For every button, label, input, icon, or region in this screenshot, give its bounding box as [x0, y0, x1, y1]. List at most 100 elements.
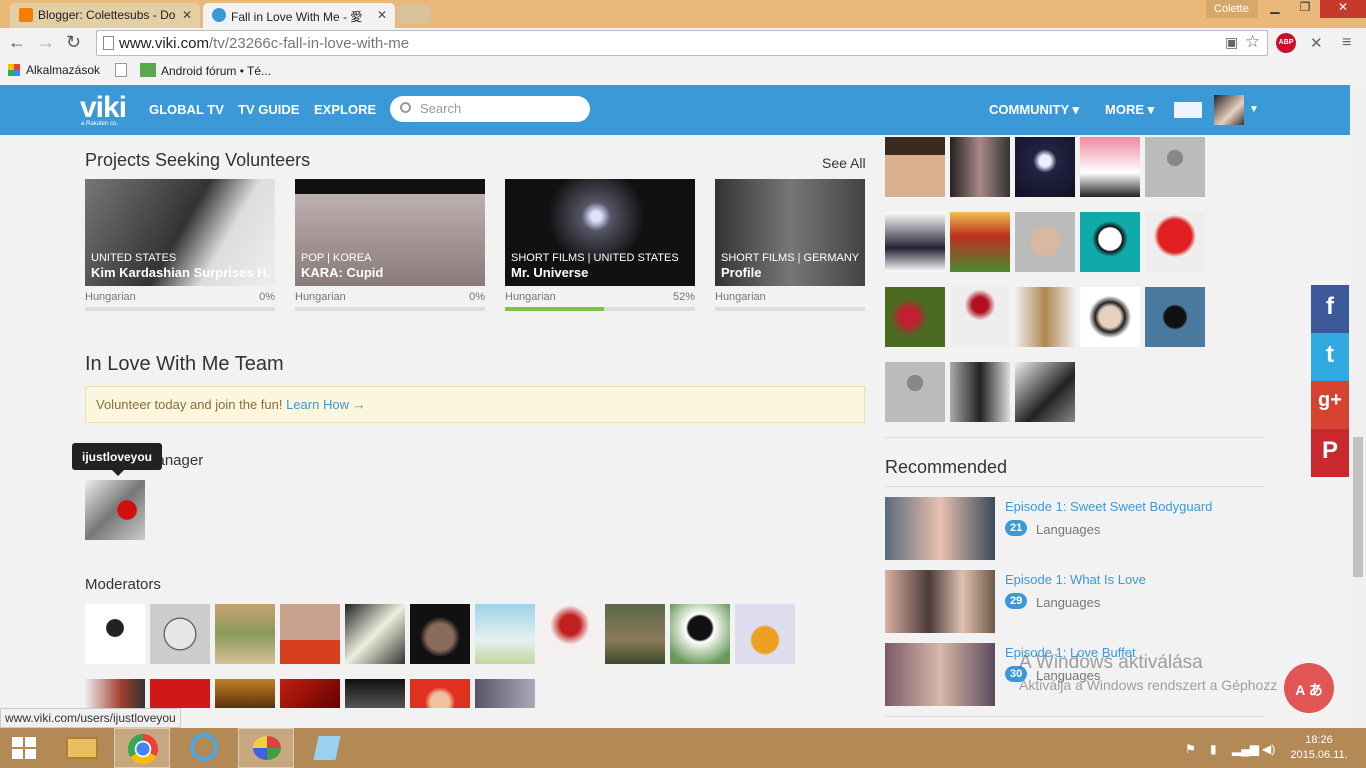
- tab-viki[interactable]: Fall in Love With Me - 愛 ✕: [203, 3, 395, 28]
- default-avatar-icon[interactable]: [885, 362, 945, 422]
- project-card[interactable]: SHORT FILMS | UNITED STATES Mr. Universe…: [505, 179, 695, 311]
- translate-chat-button[interactable]: A あ: [1284, 663, 1334, 713]
- project-title[interactable]: Kim Kardashian Surprises H...: [91, 265, 269, 280]
- contributor-avatar[interactable]: [1080, 287, 1140, 347]
- recommended-item[interactable]: Episode 1: What Is Love 29 Languages: [885, 570, 1265, 633]
- twitter-icon[interactable]: t: [1311, 333, 1349, 381]
- contributor-avatar[interactable]: [885, 137, 945, 197]
- contributor-avatar[interactable]: [1015, 362, 1075, 422]
- contributor-avatar[interactable]: [1145, 212, 1205, 272]
- recommended-thumbnail[interactable]: [885, 570, 995, 633]
- contributor-avatar[interactable]: [950, 362, 1010, 422]
- contributor-avatar[interactable]: [1015, 287, 1075, 347]
- moderator-avatar[interactable]: [215, 679, 275, 708]
- nav-more[interactable]: MORE ▾: [1105, 102, 1154, 118]
- nav-community[interactable]: COMMUNITY ▾: [989, 102, 1079, 118]
- network-icon[interactable]: ▂▄▆: [1232, 742, 1259, 756]
- taskbar-explorer[interactable]: [54, 728, 110, 768]
- taskbar-chrome[interactable]: [114, 728, 170, 768]
- project-card[interactable]: POP | KOREA KARA: Cupid Hungarian 0%: [295, 179, 485, 311]
- contributor-avatar[interactable]: [1080, 137, 1140, 197]
- manager-avatar[interactable]: [85, 480, 145, 540]
- bookmark-apps[interactable]: Alkalmazások: [8, 63, 100, 77]
- contributor-avatar[interactable]: [1145, 287, 1205, 347]
- recommended-thumbnail[interactable]: [885, 497, 995, 560]
- contributor-avatar[interactable]: [1015, 137, 1075, 197]
- moderator-avatar[interactable]: [345, 604, 405, 664]
- address-bar[interactable]: www.viki.com/tv/23266c-fall-in-love-with…: [96, 30, 1268, 56]
- moderator-avatar[interactable]: [475, 604, 535, 664]
- moderator-avatar[interactable]: [735, 604, 795, 664]
- scrollbar[interactable]: [1350, 85, 1366, 727]
- taskbar-clock[interactable]: 18:26 2015.06.11.: [1284, 733, 1354, 763]
- recommended-item[interactable]: Episode 1: Sweet Sweet Bodyguard 21 Lang…: [885, 497, 1265, 560]
- menu-icon[interactable]: ≡: [1342, 34, 1351, 52]
- recommended-title[interactable]: Episode 1: What Is Love: [1005, 572, 1146, 587]
- moderator-avatar[interactable]: [150, 679, 210, 708]
- contributor-avatar[interactable]: [950, 137, 1010, 197]
- project-title[interactable]: Mr. Universe: [511, 265, 689, 280]
- close-icon[interactable]: ✕: [377, 8, 387, 22]
- project-thumbnail[interactable]: POP | KOREA KARA: Cupid: [295, 179, 485, 286]
- project-card[interactable]: SHORT FILMS | GERMANY Profile Hungarian: [715, 179, 865, 311]
- extension-icon[interactable]: ✕: [1310, 34, 1323, 52]
- moderator-avatar[interactable]: [85, 604, 145, 664]
- recommended-thumbnail[interactable]: [885, 643, 995, 706]
- project-thumbnail[interactable]: UNITED STATES Kim Kardashian Surprises H…: [85, 179, 275, 286]
- reload-icon[interactable]: ↻: [66, 32, 81, 53]
- project-title[interactable]: Profile: [721, 265, 861, 280]
- minimize-button[interactable]: ▁: [1260, 0, 1290, 18]
- moderator-avatar[interactable]: [540, 604, 600, 664]
- moderator-avatar[interactable]: [410, 604, 470, 664]
- new-tab-button[interactable]: [398, 5, 430, 23]
- contributor-avatar[interactable]: [1015, 212, 1075, 272]
- chevron-down-icon[interactable]: ▼: [1249, 104, 1259, 115]
- moderator-avatar[interactable]: [150, 604, 210, 664]
- windows-start-icon[interactable]: [12, 737, 36, 759]
- close-icon[interactable]: ✕: [182, 8, 192, 22]
- search-input[interactable]: Search: [390, 96, 590, 122]
- bookmark-android-forum[interactable]: Android fórum • Té...: [140, 63, 271, 78]
- mail-icon[interactable]: [1174, 102, 1202, 118]
- moderator-avatar[interactable]: [670, 604, 730, 664]
- contributor-avatar[interactable]: [950, 212, 1010, 272]
- taskbar-paint[interactable]: [238, 728, 294, 768]
- forward-icon[interactable]: →: [37, 32, 55, 53]
- viki-logo[interactable]: viki: [80, 91, 127, 125]
- moderator-avatar[interactable]: [410, 679, 470, 708]
- flag-icon[interactable]: ⚑: [1185, 742, 1196, 756]
- moderator-avatar[interactable]: [345, 679, 405, 708]
- battery-icon[interactable]: ▮: [1210, 742, 1217, 756]
- see-all-link[interactable]: See All: [822, 155, 866, 171]
- window-close-button[interactable]: ✕: [1320, 0, 1366, 18]
- google-plus-icon[interactable]: g+: [1311, 381, 1349, 429]
- volume-icon[interactable]: ◀): [1262, 742, 1275, 756]
- tab-blogger[interactable]: Blogger: Colettesubs - Do ✕: [10, 3, 200, 28]
- taskbar-ie[interactable]: [176, 728, 232, 768]
- nav-tv-guide[interactable]: TV GUIDE: [238, 102, 299, 117]
- moderator-avatar[interactable]: [85, 679, 145, 708]
- nav-explore[interactable]: EXPLORE: [314, 102, 376, 117]
- moderator-avatar[interactable]: [280, 679, 340, 708]
- scrollbar-thumb[interactable]: [1353, 437, 1363, 577]
- default-avatar-icon[interactable]: [1145, 137, 1205, 197]
- project-thumbnail[interactable]: SHORT FILMS | UNITED STATES Mr. Universe: [505, 179, 695, 286]
- back-icon[interactable]: ←: [8, 32, 26, 53]
- facebook-icon[interactable]: f: [1311, 285, 1349, 333]
- translate-icon[interactable]: ▣: [1225, 34, 1238, 51]
- contributor-avatar[interactable]: [885, 212, 945, 272]
- moderator-avatar[interactable]: [605, 604, 665, 664]
- contributor-avatar[interactable]: [885, 287, 945, 347]
- recommended-title[interactable]: Episode 1: Sweet Sweet Bodyguard: [1005, 499, 1212, 514]
- moderator-avatar[interactable]: [280, 604, 340, 664]
- window-user-badge[interactable]: Colette: [1206, 0, 1258, 18]
- pinterest-icon[interactable]: P: [1311, 429, 1349, 477]
- project-card[interactable]: UNITED STATES Kim Kardashian Surprises H…: [85, 179, 275, 311]
- maximize-button[interactable]: ❐: [1290, 0, 1320, 18]
- project-thumbnail[interactable]: SHORT FILMS | GERMANY Profile: [715, 179, 865, 286]
- avatar[interactable]: [1214, 95, 1244, 125]
- nav-global-tv[interactable]: GLOBAL TV: [149, 102, 224, 117]
- contributor-avatar[interactable]: [1080, 212, 1140, 272]
- moderator-avatar[interactable]: [215, 604, 275, 664]
- project-title[interactable]: KARA: Cupid: [301, 265, 479, 280]
